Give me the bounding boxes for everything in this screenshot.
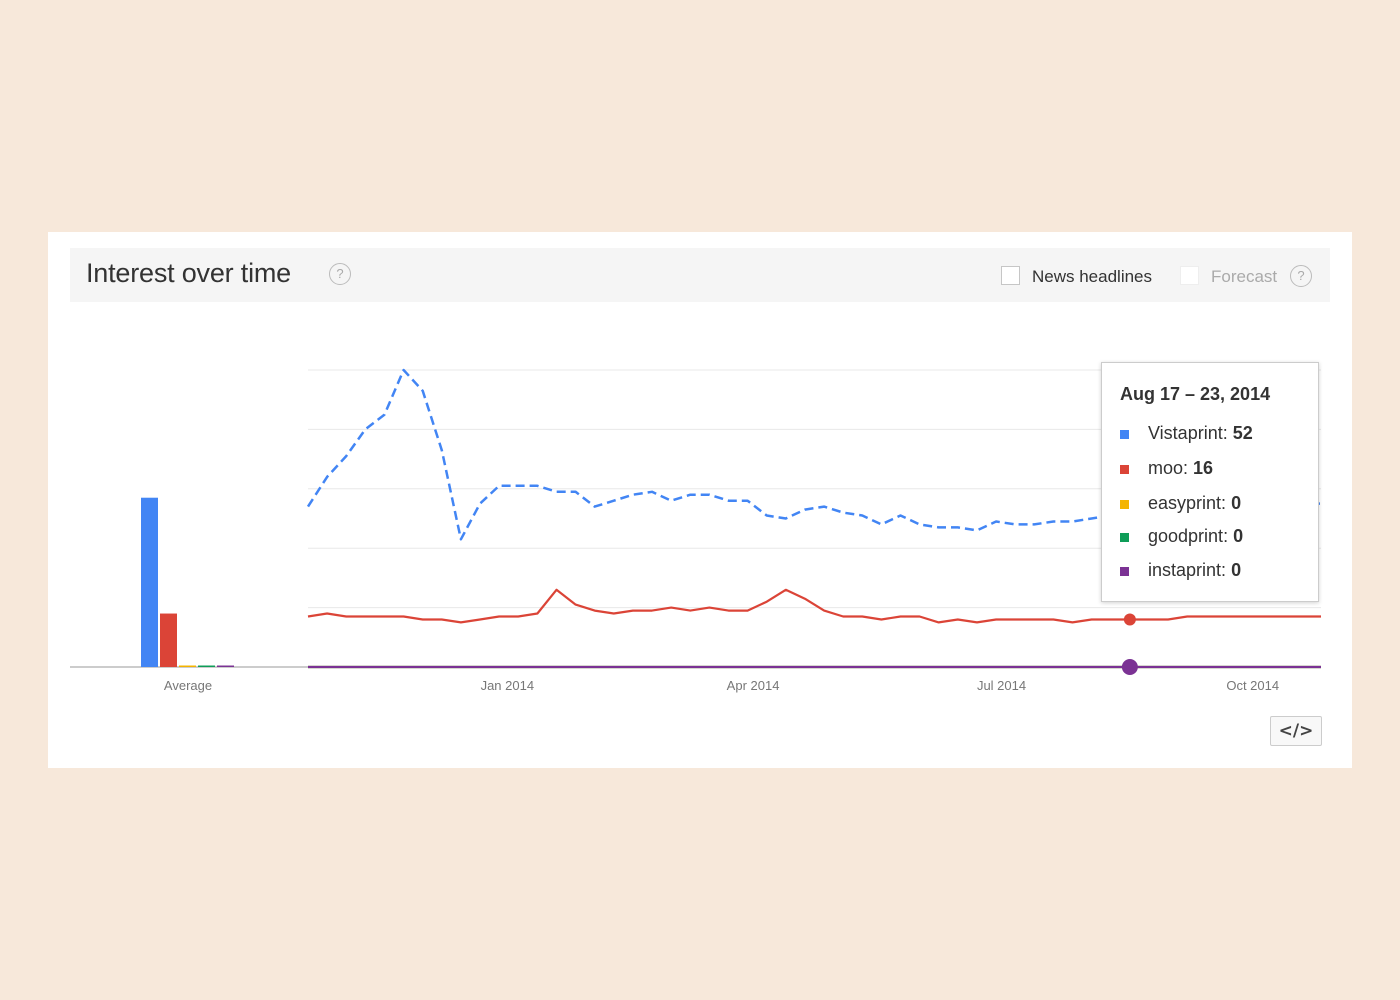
x-tick-label: Apr 2014 (727, 678, 780, 693)
tooltip-series-name: moo (1148, 458, 1184, 478)
interest-over-time-card: Interest over time ? News headlines Fore… (48, 232, 1352, 768)
average-bar-goodprint (198, 665, 215, 667)
average-bar-moo (160, 613, 177, 667)
series-swatch (1120, 567, 1129, 576)
x-tick-label-average: Average (164, 678, 212, 693)
series-swatch (1120, 430, 1129, 439)
tooltip-series-value: 16 (1193, 458, 1214, 478)
chart-tooltip: Aug 17 – 23, 2014 Vistaprint: 52 moo: 16… (1101, 362, 1319, 602)
tooltip-series-name: goodprint (1148, 526, 1224, 546)
tooltip-series-name: instaprint (1148, 560, 1222, 580)
tooltip-series-value: 0 (1231, 493, 1242, 513)
average-bar-instaprint (217, 665, 234, 667)
embed-code-button[interactable]: </> (1270, 716, 1322, 746)
series-swatch (1120, 465, 1129, 474)
tooltip-series-value: 0 (1233, 526, 1244, 546)
average-bar-vistaprint (141, 497, 158, 667)
tooltip-date: Aug 17 – 23, 2014 (1120, 384, 1271, 404)
tooltip-series-value: 52 (1232, 423, 1253, 443)
series-swatch (1120, 500, 1129, 509)
tooltip-series-name: easyprint (1148, 493, 1222, 513)
tooltip-series-name: Vistaprint (1148, 423, 1223, 443)
hover-point-moo (1123, 613, 1136, 626)
x-tick-label: Jul 2014 (977, 678, 1026, 693)
x-tick-label: Jan 2014 (481, 678, 535, 693)
hover-point-instaprint (1121, 659, 1138, 675)
average-bar-easyprint (179, 665, 196, 667)
x-tick-label: Oct 2014 (1226, 678, 1279, 693)
tooltip-series-value: 0 (1231, 560, 1242, 580)
series-swatch (1120, 533, 1129, 542)
